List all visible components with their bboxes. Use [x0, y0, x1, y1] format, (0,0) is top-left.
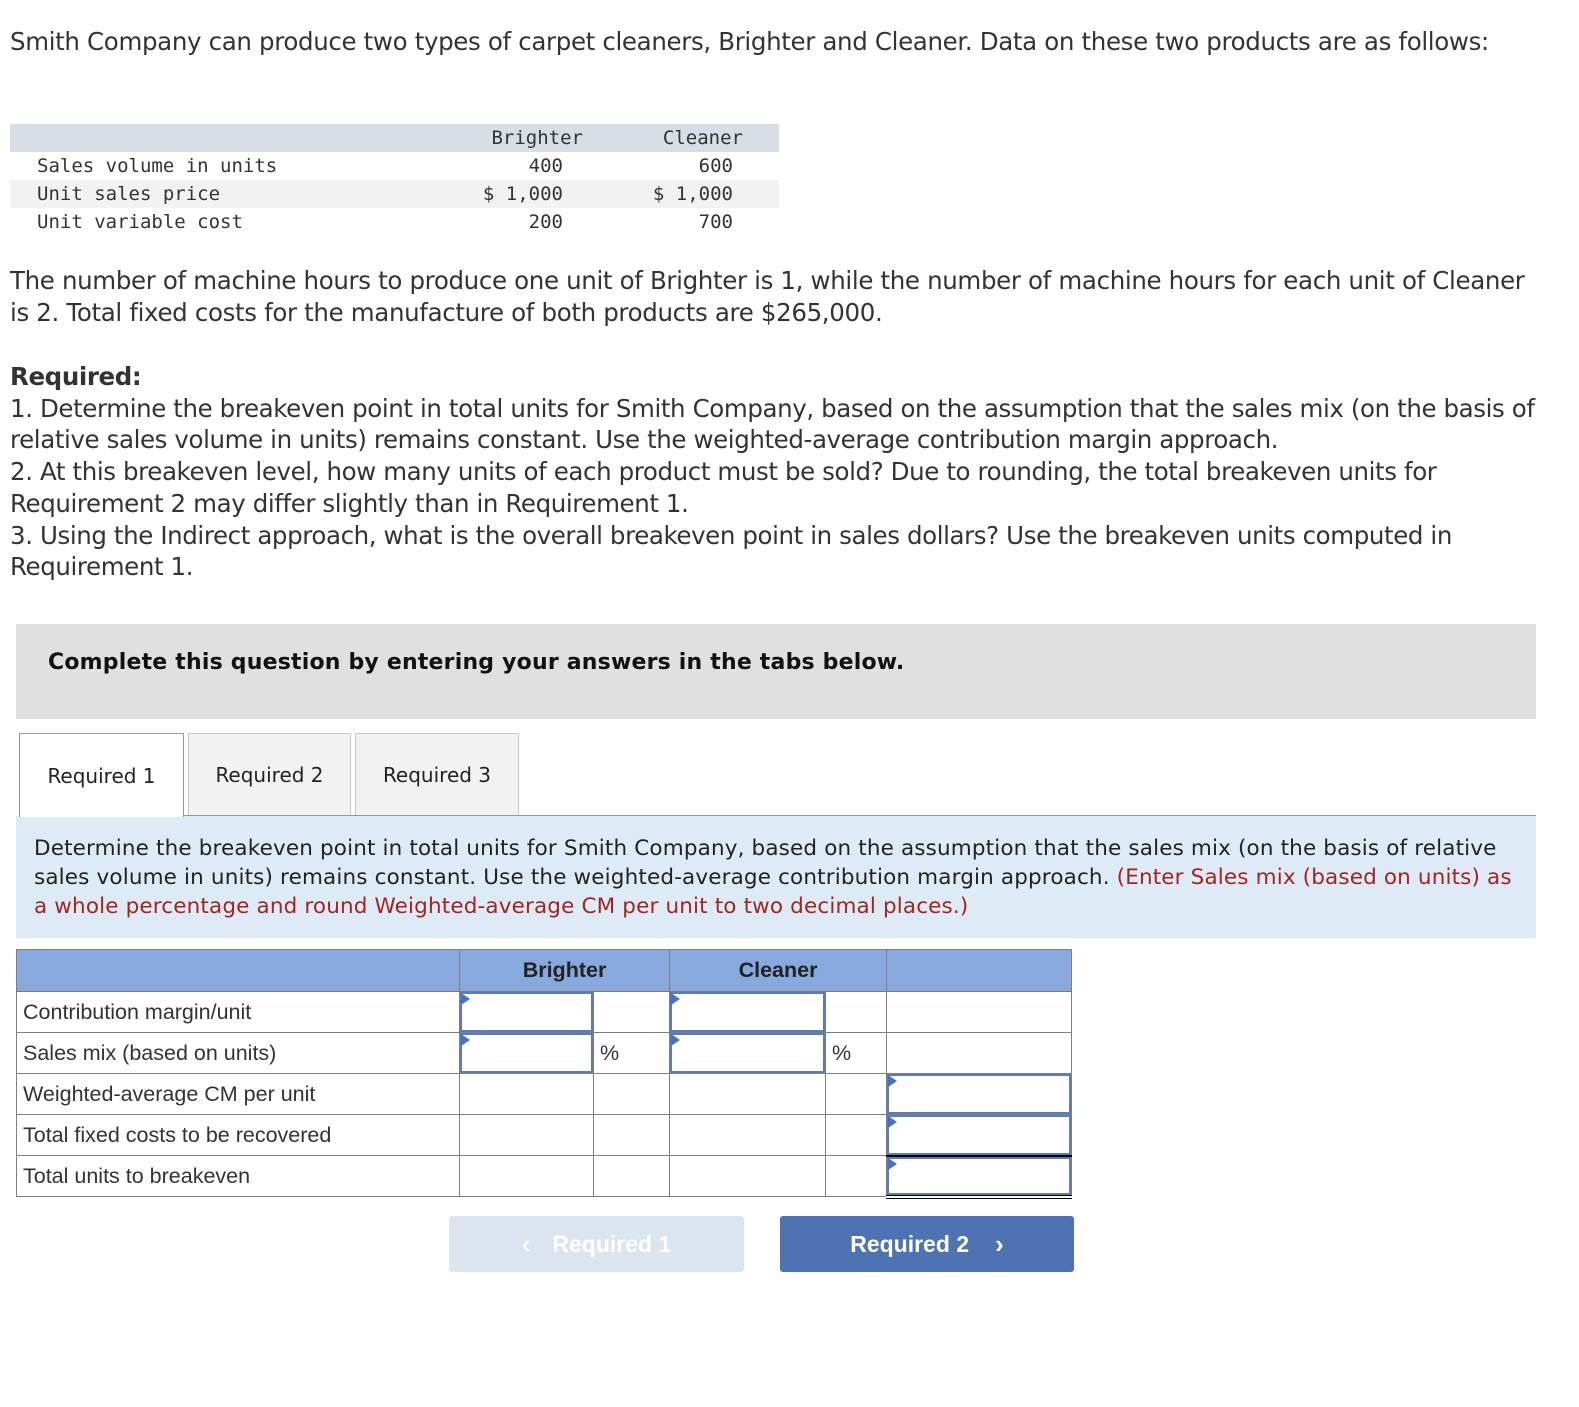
previous-required-button: ‹ Required 1 — [449, 1216, 744, 1272]
empty-cell — [593, 1114, 670, 1156]
header-total — [886, 949, 1072, 992]
problem-intro: Smith Company can produce two types of c… — [10, 27, 1489, 56]
header-label-blank — [16, 949, 460, 992]
product-data-table: Brighter Cleaner Sales volume in units 4… — [10, 124, 779, 236]
required-title: Required: — [10, 362, 142, 391]
data-table-header-cleaner: Cleaner — [662, 127, 743, 149]
brighter-value: 200 — [528, 211, 563, 233]
data-table-header: Brighter Cleaner — [10, 124, 779, 152]
cleaner-value: 700 — [698, 211, 733, 233]
brighter-sales-mix-input[interactable] — [460, 1033, 593, 1073]
chevron-left-icon: ‹ — [521, 1228, 531, 1259]
row-label: Unit variable cost — [37, 211, 243, 233]
required-item-1: 1. Determine the breakeven point in tota… — [10, 393, 1535, 455]
total-units-breakeven-input[interactable] — [887, 1156, 1071, 1195]
row-label: Sales volume in units — [37, 155, 278, 177]
header-brighter: Brighter — [459, 949, 670, 992]
table-row: Total units to breakeven — [16, 1155, 1072, 1199]
empty-cell — [825, 1155, 887, 1197]
data-table-row: Unit sales price $ 1,000 $ 1,000 — [10, 180, 779, 208]
instructions-banner: Complete this question by entering your … — [16, 624, 1536, 719]
chevron-right-icon: › — [995, 1228, 1004, 1259]
table-row: Weighted-average CM per unit — [16, 1073, 1072, 1115]
data-table-header-brighter: Brighter — [491, 127, 583, 149]
empty-cell — [593, 1073, 670, 1115]
tab-required-1[interactable]: Required 1 — [19, 733, 184, 817]
answer-table: Brighter Cleaner Contribution margin/uni… — [16, 949, 1072, 1199]
previous-button-label: Required 1 — [552, 1230, 672, 1257]
cleaner-value: 600 — [698, 155, 733, 177]
next-button-label: Required 2 — [850, 1230, 970, 1257]
row-label: Total fixed costs to be recovered — [16, 1114, 460, 1156]
empty-cell — [825, 991, 887, 1033]
required-section: Required: 1. Determine the breakeven poi… — [10, 361, 1550, 583]
percent-sign: % — [825, 1032, 887, 1074]
total-fixed-costs-input[interactable] — [887, 1115, 1071, 1155]
weighted-average-cm-input[interactable] — [887, 1074, 1071, 1114]
empty-cell — [886, 1032, 1072, 1074]
empty-cell — [459, 1155, 594, 1197]
data-table-row: Sales volume in units 400 600 — [10, 152, 779, 180]
empty-cell — [459, 1073, 594, 1115]
required-item-2: 2. At this breakeven level, how many uni… — [10, 457, 1437, 518]
empty-cell — [593, 1155, 670, 1197]
tab-required-2[interactable]: Required 2 — [188, 733, 351, 816]
table-row: Contribution margin/unit — [16, 991, 1072, 1033]
percent-sign: % — [593, 1032, 670, 1074]
required-item-3: 3. Using the Indirect approach, what is … — [10, 520, 1452, 582]
tab-instruction: Determine the breakeven point in total u… — [16, 816, 1536, 938]
empty-cell — [825, 1073, 887, 1115]
header-cleaner: Cleaner — [669, 949, 887, 992]
cleaner-cm-input[interactable] — [670, 992, 825, 1032]
data-table-row: Unit variable cost 200 700 — [10, 208, 779, 236]
empty-cell — [459, 1114, 594, 1156]
row-label: Total units to breakeven — [16, 1155, 460, 1197]
empty-cell — [886, 991, 1072, 1033]
problem-details: The number of machine hours to produce o… — [10, 266, 1525, 327]
row-label: Weighted-average CM per unit — [16, 1073, 460, 1115]
answer-table-header: Brighter Cleaner — [16, 949, 1072, 992]
brighter-value: $ 1,000 — [482, 183, 563, 205]
tab-required-3[interactable]: Required 3 — [355, 733, 519, 816]
row-label: Unit sales price — [37, 183, 221, 205]
row-label: Sales mix (based on units) — [16, 1032, 460, 1074]
empty-cell — [669, 1073, 826, 1115]
table-row: Sales mix (based on units) % % — [16, 1032, 1072, 1074]
empty-cell — [593, 991, 670, 1033]
empty-cell — [669, 1114, 826, 1156]
empty-cell — [825, 1114, 887, 1156]
row-label: Contribution margin/unit — [16, 991, 460, 1033]
cleaner-value: $ 1,000 — [652, 183, 733, 205]
cleaner-sales-mix-input[interactable] — [670, 1033, 825, 1073]
tab-bar: Required 1 Required 2 Required 3 — [19, 733, 523, 817]
instruction-text: Determine the breakeven point in total u… — [34, 834, 1524, 921]
brighter-cm-input[interactable] — [460, 992, 593, 1032]
next-required-button[interactable]: Required 2 › — [780, 1216, 1074, 1272]
brighter-value: 400 — [528, 155, 563, 177]
empty-cell — [669, 1155, 826, 1197]
table-row: Total fixed costs to be recovered — [16, 1114, 1072, 1157]
banner-text: Complete this question by entering your … — [48, 650, 905, 675]
